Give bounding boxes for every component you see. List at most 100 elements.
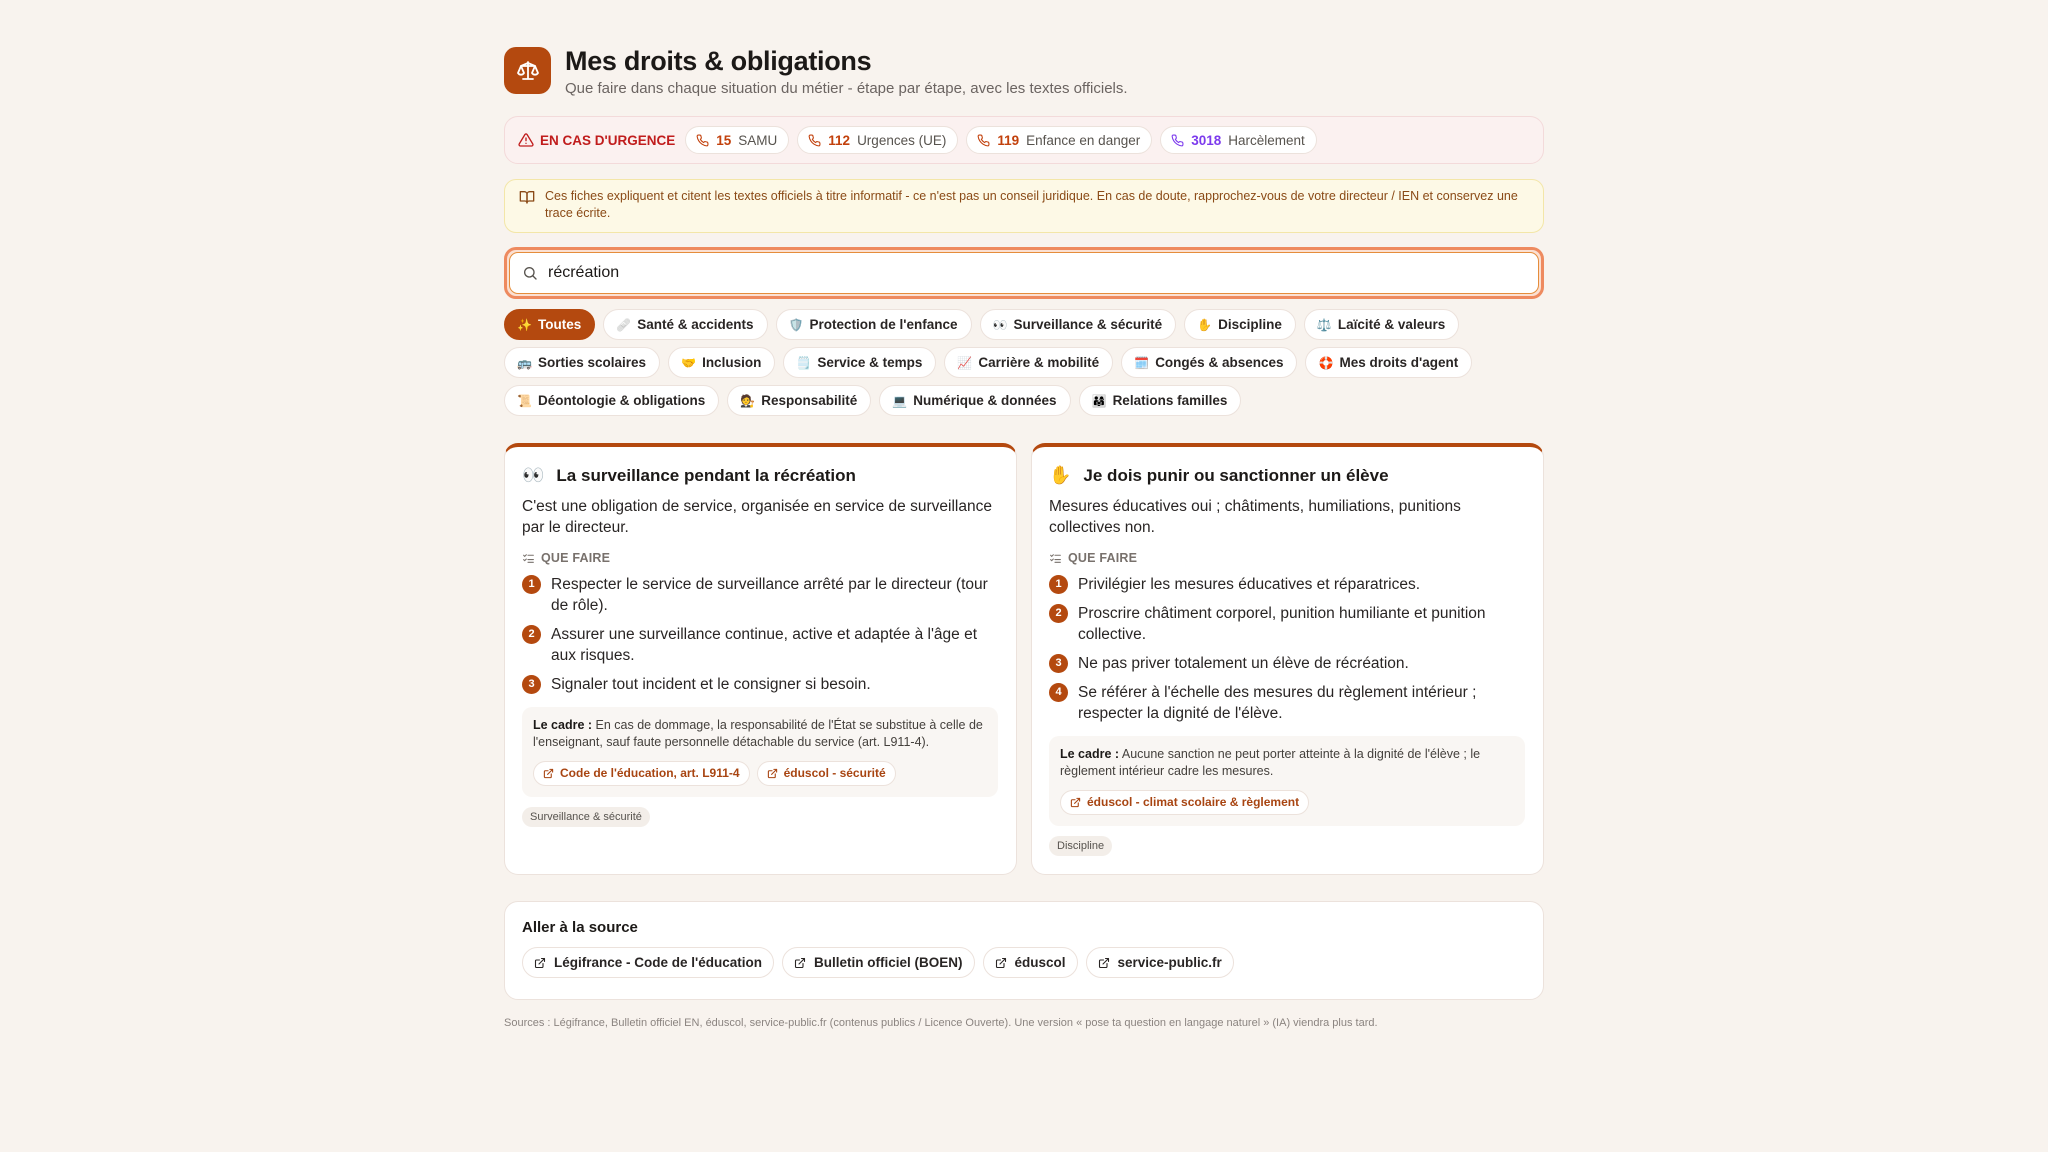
card-description: Mesures éducatives oui ; châtiments, hum… bbox=[1049, 498, 1461, 536]
step-number: 1 bbox=[522, 575, 541, 594]
lifebuoy-icon: 🛟 bbox=[1318, 355, 1334, 370]
chip-carriere-mobilite[interactable]: 📈 Carrière & mobilité bbox=[944, 347, 1114, 378]
page: Mes droits & obligations Que faire dans … bbox=[504, 44, 1544, 1029]
emergency-call-119[interactable]: 119 Enfance en danger bbox=[966, 126, 1153, 154]
search-input[interactable] bbox=[548, 264, 1526, 282]
what-to-do-heading: QUE FAIRE bbox=[1049, 551, 1525, 565]
emergency-number: 119 bbox=[997, 132, 1020, 148]
chip-relations-familles[interactable]: 👨‍👩‍👧 Relations familles bbox=[1078, 385, 1242, 416]
source-link-legifrance[interactable]: Légifrance - Code de l'éducation bbox=[522, 947, 774, 978]
external-link-icon bbox=[534, 957, 546, 968]
emergency-call-samu[interactable]: 15 SAMU bbox=[685, 126, 790, 154]
chip-sorties-scolaires[interactable]: 🚌 Sorties scolaires bbox=[504, 347, 661, 378]
sources-title: Aller à la source bbox=[522, 919, 638, 936]
source-link-service-public[interactable]: service-public.fr bbox=[1085, 947, 1234, 978]
step-number: 2 bbox=[1049, 604, 1068, 623]
external-link-icon bbox=[767, 768, 777, 779]
legal-frame-text: En cas de dommage, la responsabilité de … bbox=[533, 718, 983, 749]
external-link-icon bbox=[794, 957, 806, 968]
steps-list: 1 Respecter le service de surveillance ar… bbox=[522, 574, 998, 695]
search-icon bbox=[524, 267, 537, 280]
what-to-do-heading: QUE FAIRE bbox=[522, 551, 998, 565]
calendar-icon: 🗓️ bbox=[1134, 355, 1150, 370]
legal-frame-text: Aucune sanction ne peut porter atteinte … bbox=[1060, 747, 1481, 778]
checklist-icon bbox=[523, 553, 534, 563]
step-item: 1 Respecter le service de surveillance ar… bbox=[522, 574, 998, 616]
legal-frame-label: Le cadre : bbox=[533, 718, 593, 732]
shield-icon: 🛡️ bbox=[788, 317, 804, 332]
external-link-icon bbox=[543, 768, 554, 779]
chip-sante-accidents[interactable]: 🩹 Santé & accidents bbox=[603, 309, 768, 340]
sources-links: Légifrance - Code de l'éducation Bulleti… bbox=[522, 947, 1526, 978]
reference-link[interactable]: Code de l'éducation, art. L911-4 bbox=[533, 761, 750, 786]
emergency-bar: EN CAS D'URGENCE 15 SAMU 112 Urgences (U… bbox=[504, 116, 1544, 164]
card-title: ✋ Je dois punir ou sanctionner un élève bbox=[1049, 465, 1389, 485]
external-link-icon bbox=[995, 957, 1006, 968]
emergency-number: 112 bbox=[828, 132, 851, 148]
emergency-call-3018[interactable]: 3018 Harcèlement bbox=[1160, 126, 1317, 154]
category-filters: ✨ Toutes 🩹 Santé & accidents 🛡️ Protection … bbox=[504, 309, 1544, 416]
eyes-icon: 👀 bbox=[522, 465, 545, 485]
fiche-card[interactable]: ✋ Je dois punir ou sanctionner un élève … bbox=[1031, 443, 1544, 875]
laptop-icon: 💻 bbox=[892, 393, 908, 408]
step-item: 2 Proscrire châtiment corporel, punition … bbox=[1049, 603, 1525, 645]
emergency-label: EN CAS D'URGENCE bbox=[518, 132, 675, 148]
fiche-card[interactable]: 👀 La surveillance pendant la récréation … bbox=[504, 443, 1017, 875]
source-link-eduscol[interactable]: éduscol bbox=[982, 947, 1078, 978]
reference-links: Code de l'éducation, art. L911-4 éduscol… bbox=[533, 761, 987, 786]
step-number: 3 bbox=[1049, 654, 1068, 673]
chip-protection-enfance[interactable]: 🛡️ Protection de l'enfance bbox=[775, 309, 972, 340]
scales-icon bbox=[504, 47, 551, 94]
phone-icon bbox=[808, 134, 821, 146]
chip-deontologie-obligations[interactable]: 📜 Déontologie & obligations bbox=[504, 385, 720, 416]
chip-inclusion[interactable]: 🤝 Inclusion bbox=[668, 347, 776, 378]
chip-conges-absences[interactable]: 🗓️ Congés & absences bbox=[1121, 347, 1298, 378]
bandage-icon: 🩹 bbox=[616, 317, 632, 332]
chip-toutes[interactable]: ✨ Toutes bbox=[504, 309, 596, 340]
chip-responsabilite[interactable]: 🧑‍⚖️ Responsabilité bbox=[727, 385, 872, 416]
family-icon: 👨‍👩‍👧 bbox=[1091, 393, 1107, 408]
chip-laicite-valeurs[interactable]: ⚖️ Laïcité & valeurs bbox=[1303, 309, 1460, 340]
reference-links: éduscol - climat scolaire & règlement bbox=[1060, 790, 1514, 815]
sparkles-icon: ✨ bbox=[517, 317, 532, 332]
step-number: 4 bbox=[1049, 683, 1068, 702]
chip-discipline[interactable]: ✋ Discipline bbox=[1184, 309, 1296, 340]
source-link-boen[interactable]: Bulletin officiel (BOEN) bbox=[782, 947, 975, 978]
eyes-icon: 👀 bbox=[992, 317, 1008, 332]
scroll-icon: 📜 bbox=[517, 393, 532, 408]
emergency-call-112[interactable]: 112 Urgences (UE) bbox=[797, 126, 959, 154]
raised-hand-icon: ✋ bbox=[1197, 317, 1213, 332]
notepad-icon: 🗒️ bbox=[796, 355, 812, 370]
external-link-icon bbox=[1098, 957, 1109, 968]
chip-service-temps[interactable]: 🗒️ Service & temps bbox=[783, 347, 937, 378]
steps-list: 1 Privilégier les mesures éducatives et r… bbox=[1049, 574, 1525, 724]
chip-surveillance-securite[interactable]: 👀 Surveillance & sécurité bbox=[979, 309, 1177, 340]
phone-icon bbox=[696, 134, 709, 146]
page-subtitle: Que faire dans chaque situation du métie… bbox=[565, 80, 1128, 97]
handshake-icon: 🤝 bbox=[681, 355, 697, 370]
card-description: C'est une obligation de service, organis… bbox=[522, 498, 992, 536]
legal-frame-box: Le cadre : En cas de dommage, la respons… bbox=[522, 707, 998, 797]
legal-frame-box: Le cadre : Aucune sanction ne peut porte… bbox=[1049, 736, 1525, 826]
bus-icon: 🚌 bbox=[517, 355, 532, 370]
reference-link[interactable]: éduscol - climat scolaire & règlement bbox=[1060, 790, 1310, 815]
emergency-number: 3018 bbox=[1191, 132, 1222, 148]
disclaimer-text: Ces fiches expliquent et citent les text… bbox=[545, 189, 1518, 220]
emergency-number-label: Urgences (UE) bbox=[857, 132, 947, 148]
phone-icon bbox=[1171, 134, 1184, 146]
warning-icon bbox=[518, 133, 534, 147]
step-item: 1 Privilégier les mesures éducatives et r… bbox=[1049, 574, 1525, 595]
step-item: 4 Se référer à l'échelle des mesures du r… bbox=[1049, 682, 1525, 724]
page-title: Mes droits & obligations bbox=[565, 46, 872, 76]
reference-link[interactable]: éduscol - sécurité bbox=[756, 761, 896, 786]
step-item: 2 Assurer une surveillance continue, acti… bbox=[522, 624, 998, 666]
step-number: 1 bbox=[1049, 575, 1068, 594]
chart-up-icon: 📈 bbox=[957, 355, 973, 370]
category-tag: Surveillance & sécurité bbox=[522, 807, 650, 827]
chip-numerique-donnees[interactable]: 💻 Numérique & données bbox=[879, 385, 1071, 416]
external-link-icon bbox=[1070, 797, 1081, 808]
step-number: 3 bbox=[522, 675, 541, 694]
step-number: 2 bbox=[522, 625, 541, 644]
chip-droits-agent[interactable]: 🛟 Mes droits d'agent bbox=[1305, 347, 1473, 378]
emergency-number: 15 bbox=[716, 132, 732, 148]
